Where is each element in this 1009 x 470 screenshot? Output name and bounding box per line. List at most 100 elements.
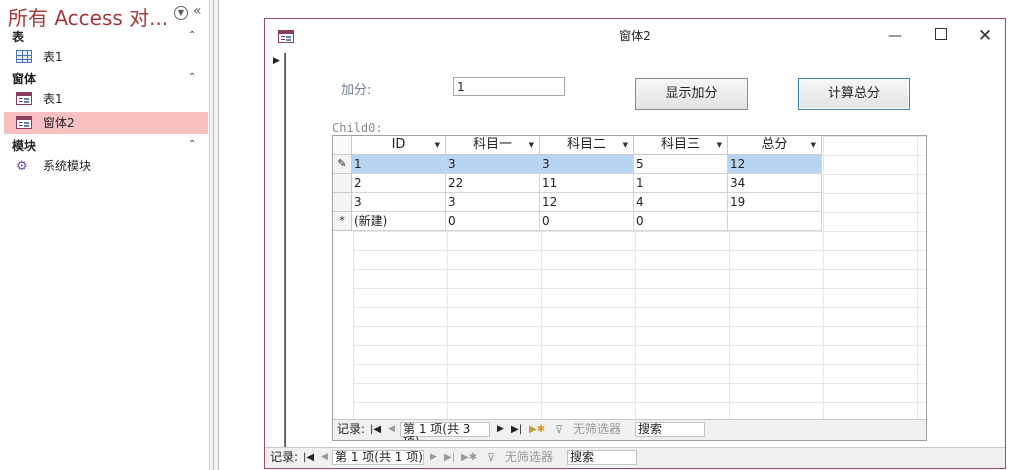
- table-cell[interactable]: 22: [446, 174, 540, 193]
- subform-record-navigation: 记录: |◀ ◀ 第 1 项(共 3 项) ▶ ▶| ▶✱ ⊽ 无筛选器 搜索: [333, 419, 926, 440]
- previous-record-icon[interactable]: ◀: [321, 448, 328, 467]
- nav-item-form-table1[interactable]: 表1: [4, 88, 208, 110]
- new-record-row[interactable]: * (新建) 0 0 0: [333, 212, 822, 231]
- first-record-icon[interactable]: |◀: [370, 420, 381, 439]
- maximize-button[interactable]: [933, 28, 949, 44]
- next-record-icon[interactable]: ▶: [430, 448, 437, 467]
- navigation-pane: 所有 Access 对... ▼ « 表 ⌃ 表1 窗体 ⌃ 表1 窗体2 模块…: [0, 0, 210, 470]
- table-cell[interactable]: 1: [352, 155, 446, 174]
- subform-label: Child0:: [332, 121, 383, 135]
- column-header-subject1[interactable]: 科目一 ▼: [446, 136, 540, 155]
- table-cell[interactable]: 0: [540, 212, 634, 231]
- nav-item-label: 窗体2: [43, 116, 75, 130]
- nav-item-label: 表1: [43, 92, 63, 106]
- form-record-navigation: 记录: |◀ ◀ 第 1 项(共 1 项) ▶ ▶| ▶✱ ⊽ 无筛选器 搜索: [265, 447, 1005, 468]
- table-cell[interactable]: 0: [446, 212, 540, 231]
- table-cell[interactable]: 0: [634, 212, 728, 231]
- table-cell[interactable]: 3: [540, 155, 634, 174]
- nav-item-label: 系统模块: [43, 159, 92, 173]
- new-record-icon[interactable]: ▶✱: [461, 448, 477, 467]
- form-window: 窗体2 — ✕ ▶ 加分: 1 显示加分 计算总分 Child0: ID ▼ 科目…: [264, 18, 1006, 469]
- add-score-input[interactable]: 1: [453, 77, 565, 96]
- calc-total-button[interactable]: 计算总分: [798, 78, 910, 110]
- filter-icon[interactable]: ⊽: [487, 448, 495, 467]
- last-record-icon[interactable]: ▶|: [444, 448, 455, 467]
- filter-icon[interactable]: ⊽: [555, 420, 563, 439]
- table-row[interactable]: 2 22 11 1 34: [333, 174, 822, 193]
- table-icon: [16, 50, 32, 63]
- chevron-up-icon[interactable]: ⌃: [188, 30, 196, 41]
- column-header-subject3[interactable]: 科目三 ▼: [634, 136, 728, 155]
- first-record-icon[interactable]: |◀: [303, 448, 314, 467]
- pencil-icon[interactable]: ✎: [333, 155, 352, 174]
- nav-item-form2[interactable]: 窗体2: [4, 112, 208, 134]
- chevron-down-icon[interactable]: ▼: [529, 136, 534, 154]
- subform-datasheet[interactable]: ID ▼ 科目一 ▼ 科目二 ▼ 科目三 ▼ 总分 ▼ ✎ 1 3 3 5 12 2 22…: [332, 135, 927, 441]
- collapse-pane-icon[interactable]: «: [193, 3, 202, 19]
- new-record-icon[interactable]: ▶✱: [529, 420, 545, 439]
- table-cell[interactable]: 3: [352, 193, 446, 212]
- last-record-icon[interactable]: ▶|: [511, 420, 522, 439]
- new-record-icon[interactable]: *: [333, 212, 352, 231]
- datasheet-header: ID ▼ 科目一 ▼ 科目二 ▼ 科目三 ▼ 总分 ▼: [333, 136, 822, 155]
- divider: [285, 53, 286, 449]
- add-score-label: 加分:: [341, 83, 372, 98]
- table-cell[interactable]: 2: [352, 174, 446, 193]
- nav-group-tables[interactable]: 表: [12, 28, 24, 45]
- table-cell[interactable]: 11: [540, 174, 634, 193]
- column-header-total[interactable]: 总分 ▼: [728, 136, 822, 155]
- column-header-label: 科目二: [566, 137, 606, 152]
- table-cell[interactable]: (新建): [352, 212, 446, 231]
- chevron-down-icon[interactable]: ▼: [435, 136, 440, 154]
- table-cell[interactable]: 19: [728, 193, 822, 212]
- row-selector[interactable]: [333, 174, 352, 193]
- nav-pane-title[interactable]: 所有 Access 对...: [8, 2, 168, 31]
- column-header-id[interactable]: ID ▼: [352, 136, 446, 155]
- chevron-down-icon[interactable]: ▼: [623, 136, 628, 154]
- nav-item-table1[interactable]: 表1: [4, 46, 208, 68]
- module-icon: ⚙: [16, 159, 28, 174]
- table-cell[interactable]: 4: [634, 193, 728, 212]
- table-cell[interactable]: 3: [446, 193, 540, 212]
- row-selector[interactable]: [333, 193, 352, 212]
- search-input[interactable]: 搜索: [635, 422, 705, 437]
- show-add-score-button[interactable]: 显示加分: [635, 78, 748, 110]
- table-cell[interactable]: 34: [728, 174, 822, 193]
- chevron-up-icon[interactable]: ⌃: [188, 139, 196, 150]
- table-cell[interactable]: 12: [540, 193, 634, 212]
- next-record-icon[interactable]: ▶: [497, 420, 504, 439]
- form-icon: [16, 92, 32, 105]
- table-row[interactable]: 3 3 12 4 19: [333, 193, 822, 212]
- no-filter-label[interactable]: 无筛选器: [505, 448, 553, 467]
- table-cell[interactable]: 5: [634, 155, 728, 174]
- search-input[interactable]: 搜索: [567, 450, 637, 465]
- select-all-corner[interactable]: [333, 136, 352, 155]
- chevron-down-icon[interactable]: ▼: [717, 136, 722, 154]
- column-header-label: 科目一: [472, 137, 512, 152]
- datasheet-rows: ✎ 1 3 3 5 12 2 22 11 1 34 3 3 12 4 19 * …: [333, 155, 822, 231]
- chevron-down-icon[interactable]: ▼: [811, 136, 816, 154]
- chevron-up-icon[interactable]: ⌃: [188, 72, 196, 83]
- nav-menu-chevron-icon[interactable]: ▼: [174, 6, 188, 20]
- table-cell[interactable]: 3: [446, 155, 540, 174]
- table-cell[interactable]: [728, 212, 822, 231]
- nav-item-system-module[interactable]: ⚙ 系统模块: [4, 155, 208, 177]
- record-position-box[interactable]: 第 1 项(共 1 项): [332, 450, 424, 465]
- table-cell[interactable]: 1: [634, 174, 728, 193]
- nav-group-forms[interactable]: 窗体: [12, 70, 36, 87]
- record-nav-label: 记录:: [270, 450, 299, 464]
- maximize-icon: [935, 28, 947, 40]
- column-header-subject2[interactable]: 科目二 ▼: [540, 136, 634, 155]
- no-filter-label[interactable]: 无筛选器: [573, 420, 621, 439]
- close-button[interactable]: ✕: [977, 28, 993, 45]
- table-cell[interactable]: 12: [728, 155, 822, 174]
- column-header-label: 总分: [761, 137, 788, 152]
- record-selector[interactable]: ▶: [270, 53, 285, 449]
- nav-group-modules[interactable]: 模块: [12, 137, 36, 154]
- record-position-box[interactable]: 第 1 项(共 3 项): [400, 422, 490, 440]
- previous-record-icon[interactable]: ◀: [388, 420, 395, 439]
- pane-splitter[interactable]: [209, 0, 219, 470]
- table-row[interactable]: ✎ 1 3 3 5 12: [333, 155, 822, 174]
- minimize-button[interactable]: —: [887, 28, 903, 44]
- column-header-label: 科目三: [660, 137, 700, 152]
